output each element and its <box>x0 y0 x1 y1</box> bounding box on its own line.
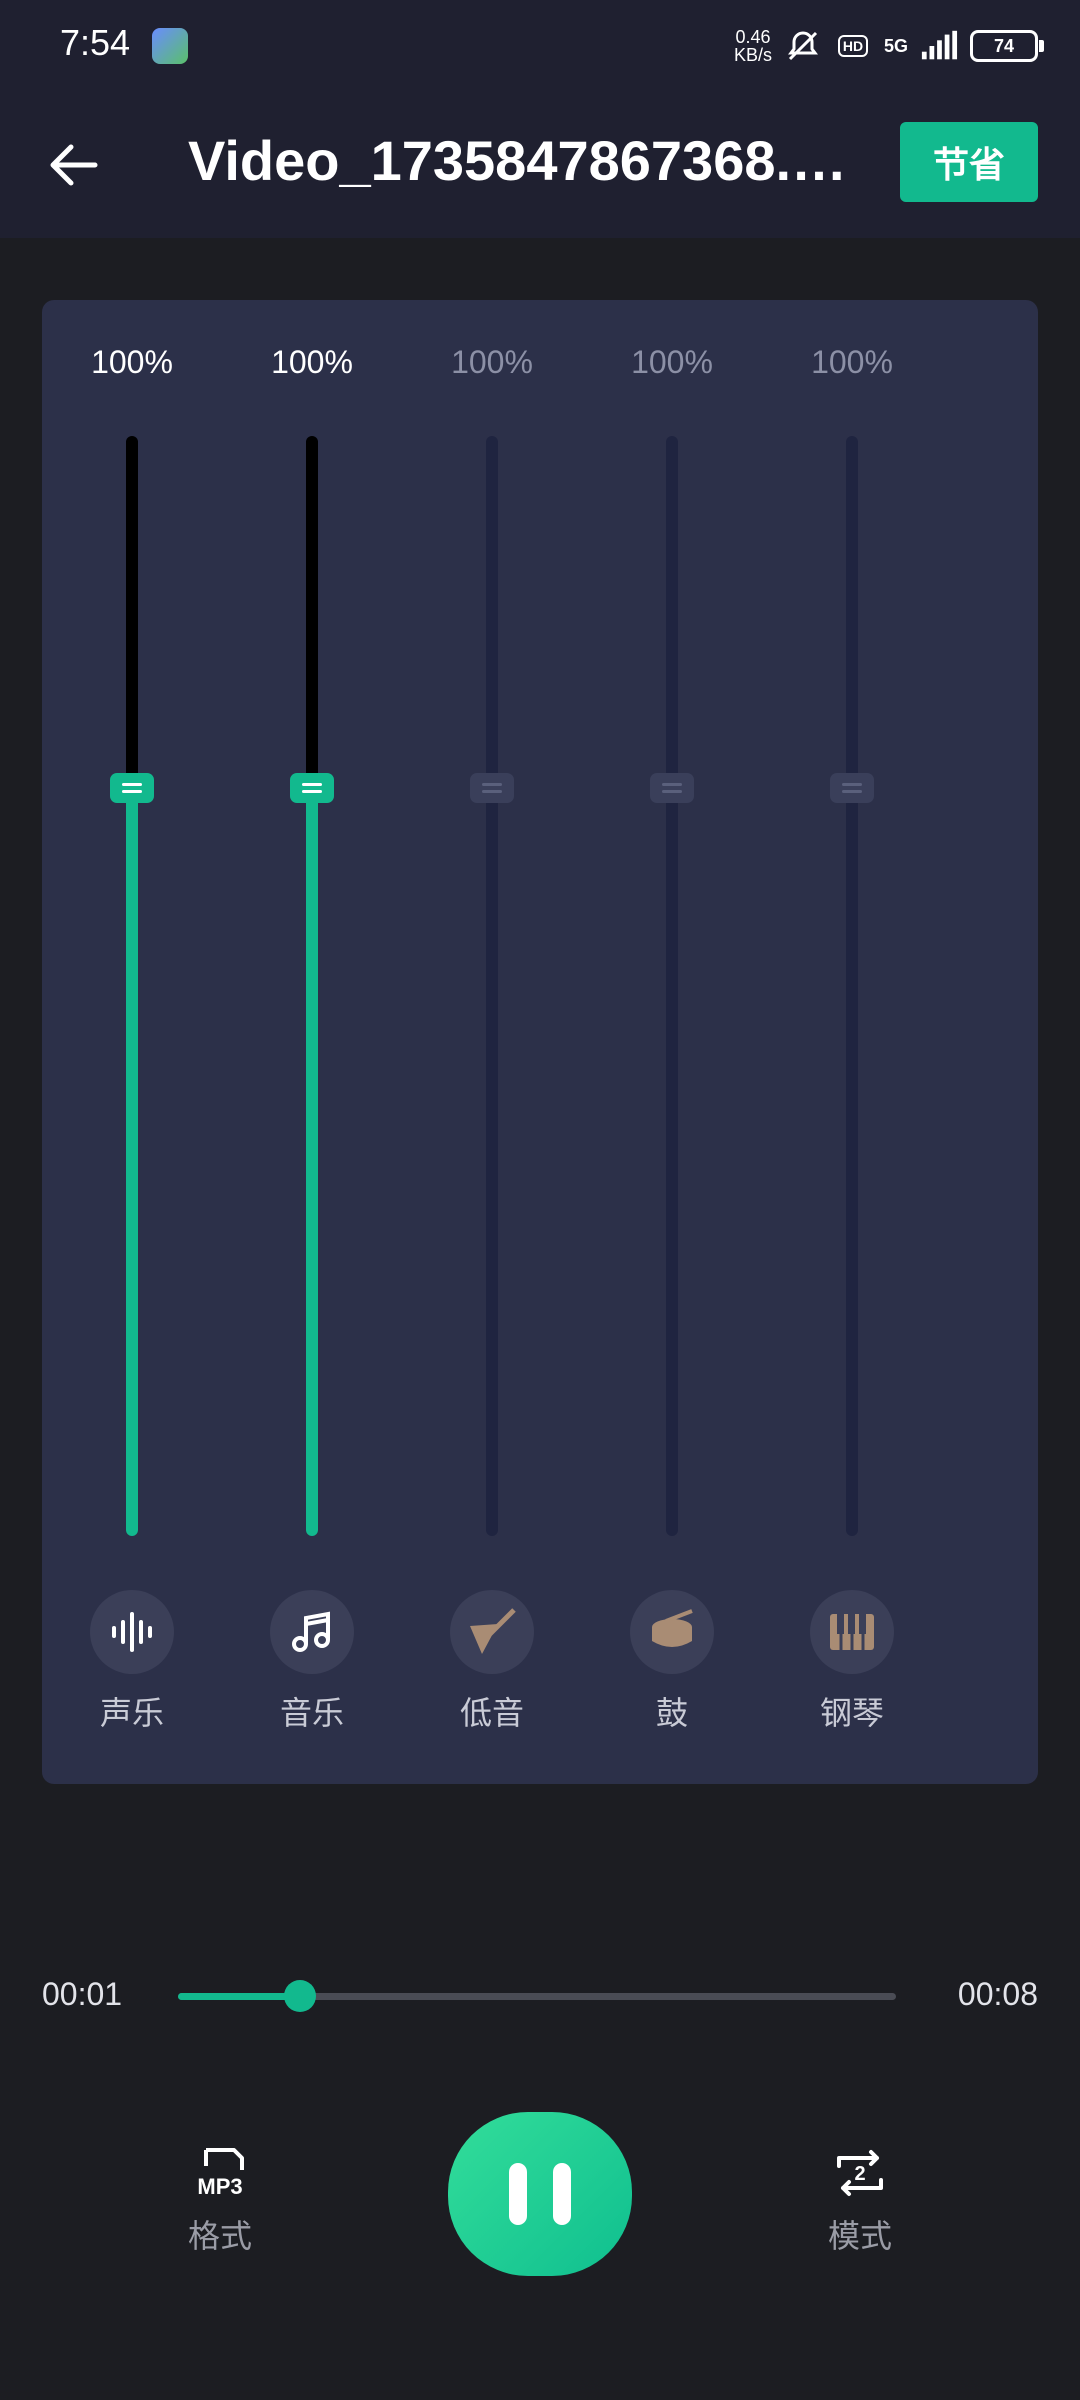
slider-remaining <box>126 436 138 788</box>
voice-waveform-icon[interactable] <box>90 1590 174 1674</box>
channel-2: 100% 低音 <box>402 300 582 1784</box>
svg-text:MP3: MP3 <box>197 2174 242 2199</box>
channel-3: 100% 鼓 <box>582 300 762 1784</box>
drum-icon[interactable] <box>630 1590 714 1674</box>
svg-text:2: 2 <box>854 2163 865 2185</box>
network-speed-unit: KB/s <box>733 45 772 65</box>
channel-4: 100% 钢琴 <box>762 300 942 1784</box>
channel-percent: 100% <box>811 344 893 380</box>
save-button[interactable]: 节省 <box>900 122 1038 202</box>
channel-label: 声乐 <box>99 1695 164 1731</box>
mp3-file-icon: MP3 <box>197 2148 244 2199</box>
back-arrow-icon <box>50 144 98 186</box>
pause-button[interactable] <box>448 2112 632 2276</box>
volume-slider-thumb[interactable] <box>830 773 874 803</box>
slider-remaining <box>306 436 318 788</box>
channel-percent: 100% <box>451 344 533 380</box>
progress-knob[interactable] <box>284 1980 316 2012</box>
channel-percent: 100% <box>271 344 353 380</box>
channel-1: 100% 音乐 <box>222 300 402 1784</box>
volume-slider-thumb[interactable] <box>110 773 154 803</box>
status-icons: 0.46 KB/s HD 5G 74 <box>734 22 1044 70</box>
volume-slider-track[interactable] <box>470 436 514 1536</box>
format-button[interactable]: MP3 格式 <box>160 2144 280 2257</box>
volume-slider-thumb[interactable] <box>650 773 694 803</box>
volume-slider-track[interactable] <box>830 436 874 1536</box>
top-app-bar: Video_1735847867368.mp4 节省 <box>0 92 1080 238</box>
music-note-icon[interactable] <box>270 1590 354 1674</box>
repeat-mode-icon: 2 <box>837 2150 883 2196</box>
battery-indicator: 74 <box>970 30 1044 62</box>
progress-bar[interactable] <box>178 1980 896 2012</box>
status-bar: 7:54 0.46 KB/s HD 5G 74 <box>0 0 1080 92</box>
channel-label: 鼓 <box>655 1695 688 1731</box>
current-time: 00:01 <box>42 1976 123 2012</box>
volume-slider-track[interactable] <box>650 436 694 1536</box>
channel-label: 音乐 <box>279 1695 344 1731</box>
pause-bar-left <box>509 2163 527 2225</box>
progress-fill <box>178 1993 300 2000</box>
mode-button[interactable]: 2 模式 <box>800 2144 920 2257</box>
page-title: Video_1735847867368.mp4 <box>188 129 878 192</box>
channel-percent: 100% <box>91 344 173 380</box>
channel-0: 100% 声乐 <box>42 300 222 1784</box>
bass-guitar-icon[interactable] <box>450 1590 534 1674</box>
volume-slider-track[interactable] <box>110 436 154 1536</box>
volume-slider-track[interactable] <box>290 436 334 1536</box>
volume-slider-thumb[interactable] <box>290 773 334 803</box>
status-time: 7:54 <box>60 22 131 63</box>
volume-slider-thumb[interactable] <box>470 773 514 803</box>
piano-keys-icon[interactable] <box>810 1590 894 1674</box>
mute-bell-icon <box>784 27 822 65</box>
mixer-panel: 100% 声乐 100% 音乐 100% 低音 100% 鼓 100% 钢琴 <box>42 300 1038 1784</box>
app-notification-icon <box>152 28 188 64</box>
channel-label: 低音 <box>459 1695 524 1731</box>
total-time: 00:08 <box>957 1976 1038 2012</box>
network-speed-value: 0.46 <box>735 27 771 47</box>
signal-icon <box>920 27 958 65</box>
mode-label: 模式 <box>827 2218 892 2254</box>
hd-badge: HD <box>837 35 869 57</box>
slider-level-fill <box>306 788 318 1536</box>
channel-label: 钢琴 <box>819 1695 884 1731</box>
network-speed: 0.46 KB/s <box>734 28 772 64</box>
slider-level-fill <box>126 788 138 1536</box>
back-button[interactable] <box>40 132 106 198</box>
network-type: 5G <box>883 35 908 56</box>
pause-bar-right <box>553 2163 571 2225</box>
format-label: 格式 <box>187 2218 252 2254</box>
channel-percent: 100% <box>631 344 713 380</box>
